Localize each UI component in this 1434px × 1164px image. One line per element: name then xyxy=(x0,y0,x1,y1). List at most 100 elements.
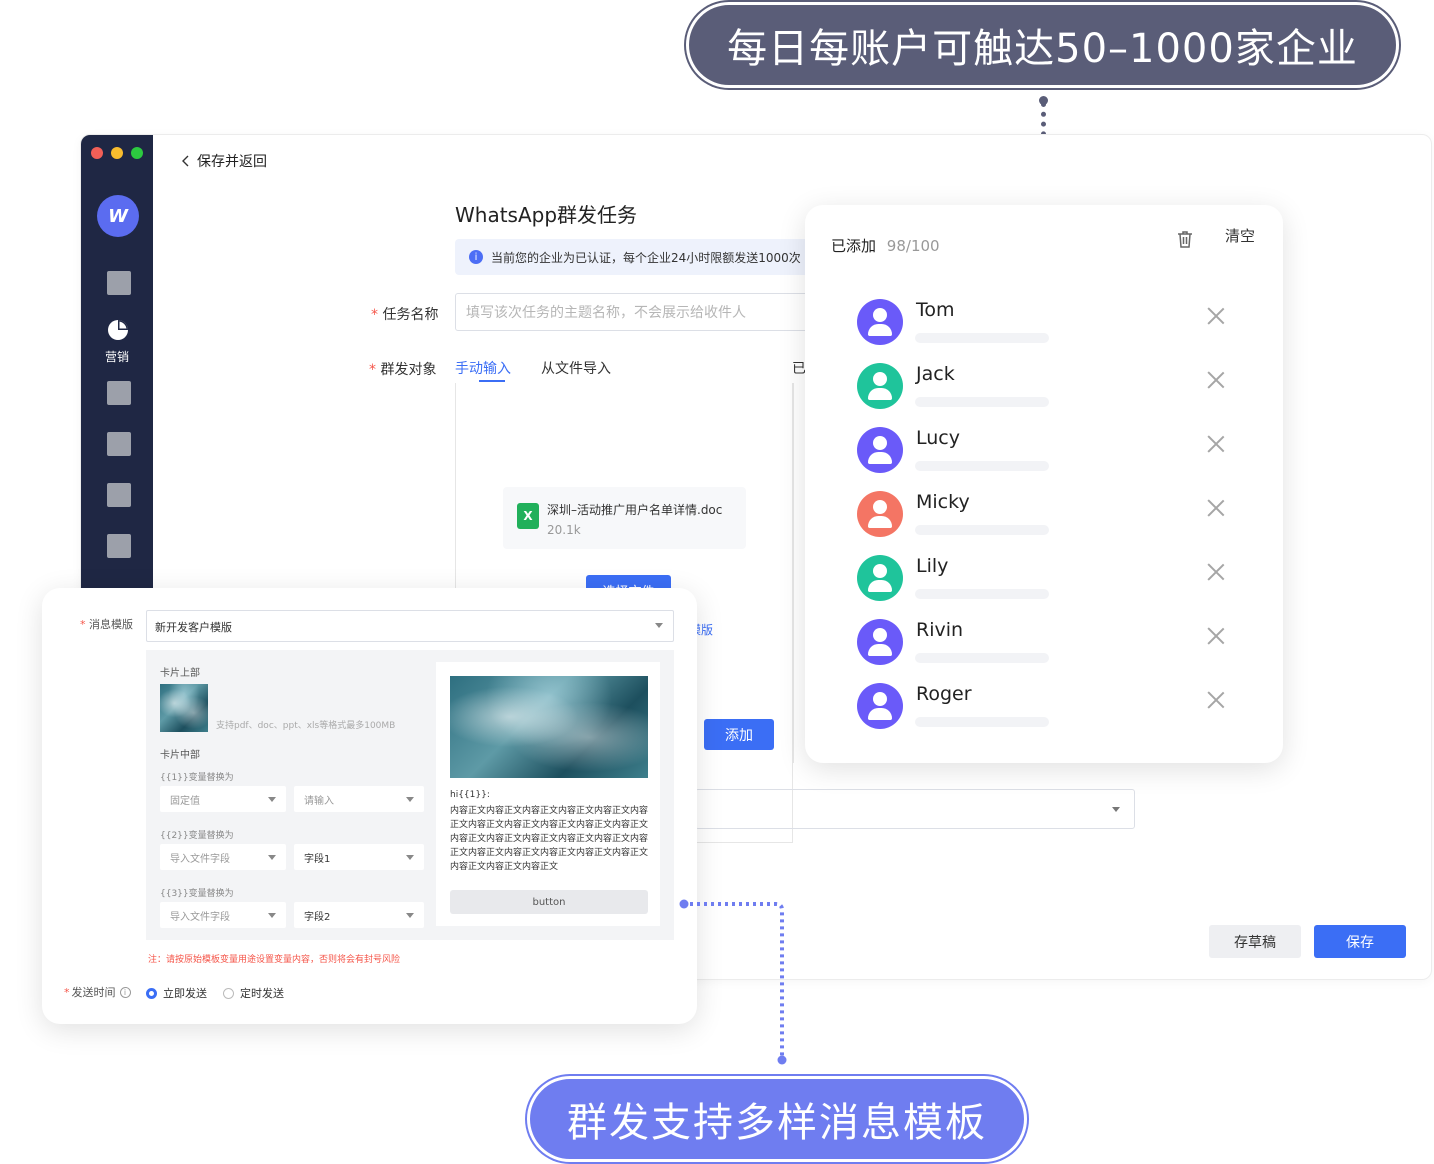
card-top-label: 卡片上部 xyxy=(160,668,200,679)
required-mark: * xyxy=(64,985,70,999)
target-label-text: 群发对象 xyxy=(380,362,437,378)
upload-hint: 支持pdf、doc、ppt、xls等格式最多100MB xyxy=(216,721,396,731)
var2-source-value: 导入文件字段 xyxy=(170,853,230,865)
required-mark: * xyxy=(369,362,381,378)
back-button[interactable]: 保存并返回 xyxy=(181,151,267,171)
info-icon: i xyxy=(469,250,483,264)
var1-source-select[interactable]: 固定值 xyxy=(160,786,286,812)
send-time-label-text: 发送时间 xyxy=(71,986,116,999)
contact-detail-placeholder xyxy=(915,333,1049,343)
template-label-text: 消息模版 xyxy=(89,618,133,631)
sidebar-item-5[interactable] xyxy=(107,483,131,507)
remove-icon[interactable] xyxy=(1207,563,1225,581)
pie-chart-icon xyxy=(108,320,128,340)
var1-value-placeholder: 请输入 xyxy=(304,795,334,807)
remove-icon[interactable] xyxy=(1207,307,1225,325)
callout-templates: 群发支持多样消息模板 xyxy=(527,1076,1027,1162)
trash-icon[interactable] xyxy=(1175,229,1195,249)
sidebar-item-3[interactable] xyxy=(107,381,131,405)
avatar xyxy=(857,427,903,473)
callout-reach: 每日每账户可触达50–1000家企业 xyxy=(686,2,1399,88)
warning-note: 注：请按原始模板变量用途设置变量内容，否则将会有封号风险 xyxy=(148,955,401,965)
remove-icon[interactable] xyxy=(1207,435,1225,453)
radio-unchecked[interactable] xyxy=(223,987,234,999)
required-mark: * xyxy=(80,618,89,631)
remove-icon[interactable] xyxy=(1207,691,1225,709)
task-name-placeholder: 填写该次任务的主题名称，不会展示给收件人 xyxy=(466,305,746,321)
save-button[interactable]: 保存 xyxy=(1314,925,1406,958)
preview-body: 内容正文内容正文内容正文内容正文内容正文内容正文内容正文内容正文内容正文内容正文… xyxy=(450,806,649,872)
contact-detail-placeholder xyxy=(915,653,1049,663)
avatar xyxy=(857,619,903,665)
contact-item: Lily xyxy=(857,555,1237,619)
avatar xyxy=(857,299,903,345)
var3-source-select[interactable]: 导入文件字段 xyxy=(160,902,286,928)
panel-divider xyxy=(793,383,794,763)
contact-detail-placeholder xyxy=(915,589,1049,599)
contact-item: Jack xyxy=(857,363,1237,427)
chevron-down-icon xyxy=(406,855,414,860)
window-maximize-dot[interactable] xyxy=(131,147,143,159)
callout-connector-bottom xyxy=(679,899,787,1065)
card-image-thumbnail[interactable] xyxy=(160,684,208,732)
back-label: 保存并返回 xyxy=(197,154,267,170)
sidebar-item-marketing[interactable]: 营销 xyxy=(97,319,139,365)
template-card: * 消息模版 新开发客户模版 卡片上部 支持pdf、doc、ppt、xls等格式… xyxy=(42,588,697,1024)
added-label: 已添加 xyxy=(831,237,877,255)
file-card[interactable]: X 深圳–活动推广用户名单详情.doc 20.1k xyxy=(503,487,746,549)
chevron-down-icon xyxy=(268,913,276,918)
tab-active-indicator xyxy=(479,380,505,382)
contact-item: Micky xyxy=(857,491,1237,555)
sidebar-item-1[interactable] xyxy=(107,271,131,295)
task-name-input[interactable]: 填写该次任务的主题名称，不会展示给收件人 xyxy=(455,293,835,331)
send-scheduled-option[interactable]: 定时发送 xyxy=(223,985,284,1001)
template-select-large[interactable] xyxy=(695,789,1135,829)
avatar xyxy=(857,683,903,729)
contact-detail-placeholder xyxy=(915,461,1049,471)
avatar xyxy=(857,491,903,537)
contact-name: Lucy xyxy=(916,427,960,449)
avatar xyxy=(857,555,903,601)
contact-detail-placeholder xyxy=(915,717,1049,727)
target-label: * 群发对象 xyxy=(369,359,436,379)
add-button[interactable]: 添加 xyxy=(704,719,774,750)
page-title: WhatsApp群发任务 xyxy=(455,203,638,227)
contact-name: Tom xyxy=(916,299,955,321)
contact-detail-placeholder xyxy=(915,525,1049,535)
preview-button[interactable]: button xyxy=(450,890,648,914)
clear-button[interactable]: 清空 xyxy=(1225,225,1255,246)
var2-field-select[interactable]: 字段1 xyxy=(294,844,424,870)
template-select-value: 新开发客户模版 xyxy=(155,621,232,634)
added-header: 已添加 98/100 xyxy=(831,235,940,256)
var2-source-select[interactable]: 导入文件字段 xyxy=(160,844,286,870)
remove-icon[interactable] xyxy=(1207,371,1225,389)
help-icon[interactable]: i xyxy=(119,986,131,998)
callout-templates-text: 群发支持多样消息模板 xyxy=(567,1100,987,1146)
sidebar-item-6[interactable] xyxy=(107,534,131,558)
tab-import-file[interactable]: 从文件导入 xyxy=(541,358,611,378)
template-select[interactable]: 新开发客户模版 xyxy=(146,610,674,642)
sidebar-item-4[interactable] xyxy=(107,432,131,456)
remove-icon[interactable] xyxy=(1207,627,1225,645)
remove-icon[interactable] xyxy=(1207,499,1225,517)
tab-manual-input[interactable]: 手动输入 xyxy=(455,358,511,378)
app-logo: W xyxy=(97,195,139,237)
send-now-option[interactable]: 立即发送 xyxy=(146,985,207,1001)
save-draft-button[interactable]: 存草稿 xyxy=(1209,925,1301,958)
contact-name: Roger xyxy=(916,683,972,705)
var-label: {{1}}变量替换为 xyxy=(160,773,234,783)
file-name: 深圳–活动推广用户名单详情.doc xyxy=(547,503,723,517)
contact-item: Lucy xyxy=(857,427,1237,491)
template-editor: 卡片上部 支持pdf、doc、ppt、xls等格式最多100MB 卡片中部 {{… xyxy=(146,650,674,940)
radio-checked[interactable] xyxy=(146,987,157,999)
var3-field-select[interactable]: 字段2 xyxy=(294,902,424,928)
contact-item: Roger xyxy=(857,683,1237,747)
var1-value-input[interactable]: 请输入 xyxy=(294,786,424,812)
callout-reach-text: 每日每账户可触达50–1000家企业 xyxy=(727,26,1358,72)
contact-item: Rivin xyxy=(857,619,1237,683)
save-draft-label: 存草稿 xyxy=(1234,934,1276,951)
window-minimize-dot[interactable] xyxy=(111,147,123,159)
window-close-dot[interactable] xyxy=(91,147,103,159)
send-time-label: * 发送时间 i xyxy=(64,984,131,1000)
var-label: {{3}}变量替换为 xyxy=(160,889,234,899)
